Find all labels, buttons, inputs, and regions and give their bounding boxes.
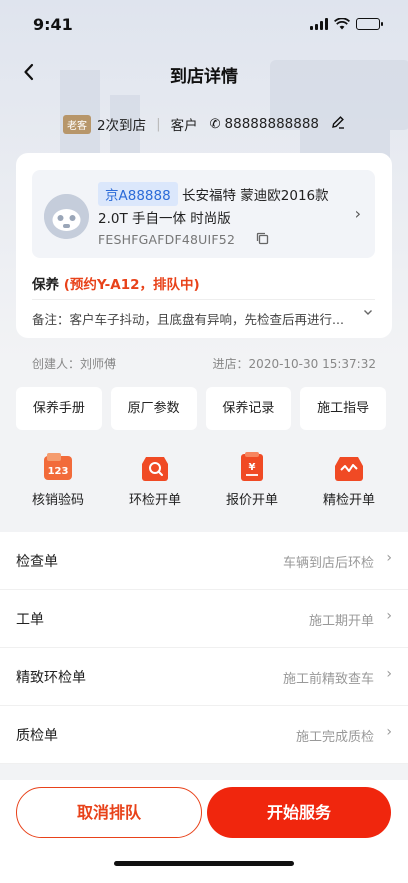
quick-actions: 保养手册 原厂参数 保养记录 施工指导 — [16, 387, 392, 430]
customer-type: 客户 — [170, 118, 198, 134]
status-bar: 9:41 — [0, 0, 408, 48]
row-label: 精致环检单 — [16, 670, 86, 686]
battery-icon — [356, 18, 383, 30]
svg-text:123: 123 — [48, 466, 69, 477]
row-quality-check[interactable]: 质检单 施工完成质检 › — [0, 706, 408, 764]
order-list: 检查单 车辆到店后环检 › 工单 施工期开单 › 精致环检单 施工前精致查车 ›… — [0, 532, 408, 764]
service-type: 保养 — [32, 277, 59, 293]
entry-time: 进店：2020-10-30 15:37:32 — [212, 357, 376, 371]
nav-bar: 到店详情 — [0, 52, 408, 92]
customer-phone[interactable]: 88888888888 — [225, 116, 319, 132]
creator: 创建人：刘师傅 — [32, 357, 117, 371]
status-icons — [310, 18, 383, 30]
phone-icon[interactable]: ✆ — [210, 117, 221, 132]
chevron-right-icon: › — [354, 204, 361, 223]
row-fine-inspection[interactable]: 精致环检单 施工前精致查车 › — [0, 648, 408, 706]
tool-inspection-order[interactable]: 环检开单 — [110, 445, 200, 508]
cancel-queue-button[interactable]: 取消排队 — [16, 787, 202, 838]
fine-inspection-car-icon — [335, 457, 363, 481]
footer-bar: 取消排队 开始服务 — [0, 780, 408, 883]
coupon-code-icon: 123 — [44, 453, 72, 480]
quote-price-icon: ¥ — [241, 452, 263, 481]
copy-icon[interactable] — [256, 232, 269, 249]
status-time: 9:41 — [33, 14, 73, 34]
returning-customer-badge: 老客 — [62, 114, 91, 134]
maintenance-records-button[interactable]: 保养记录 — [205, 387, 292, 430]
tool-quote-order[interactable]: ¥ 报价开单 — [207, 445, 297, 508]
tool-grid: 123 核销验码 环检开单 ¥ 报价开单 精检开单 — [0, 445, 408, 517]
row-value: 施工期开单 — [308, 614, 374, 629]
row-label: 检查单 — [16, 554, 58, 570]
maintenance-manual-button[interactable]: 保养手册 — [16, 387, 102, 430]
vehicle-card: 京A88888 长安福特 蒙迪欧2016款 2.0T 手自一体 时尚版 FESH… — [16, 153, 392, 338]
page-title: 到店详情 — [170, 67, 238, 87]
row-label: 质检单 — [16, 728, 58, 744]
tool-fine-inspection-order[interactable]: 精检开单 — [304, 445, 394, 508]
service-note: 备注：客户车子抖动，且底盘有异响，先检查后再进行... — [32, 312, 344, 327]
edit-icon[interactable] — [331, 115, 345, 133]
vehicle-avatar — [44, 194, 89, 239]
vehicle-trim: 2.0T 手自一体 时尚版 — [98, 211, 231, 227]
tool-label: 精检开单 — [322, 493, 375, 508]
vehicle-info[interactable]: 京A88888 长安福特 蒙迪欧2016款 2.0T 手自一体 时尚版 FESH… — [32, 170, 375, 258]
start-service-button[interactable]: 开始服务 — [207, 787, 391, 838]
divider — [32, 299, 375, 300]
row-work-order[interactable]: 工单 施工期开单 › — [0, 590, 408, 648]
row-label: 工单 — [16, 612, 44, 628]
tool-coupon-verify[interactable]: 123 核销验码 — [13, 445, 103, 508]
svg-text:¥: ¥ — [249, 462, 256, 473]
factory-params-button[interactable]: 原厂参数 — [110, 387, 197, 430]
wifi-icon — [334, 18, 350, 30]
vehicle-vin: FESHFGAFDF48UIF52 — [98, 232, 236, 247]
visit-meta: 创建人：刘师傅 进店：2020-10-30 15:37:32 — [32, 355, 376, 372]
row-value: 施工前精致查车 — [282, 672, 374, 687]
service-status: (预约Y-A12，排队中) — [63, 277, 200, 293]
home-indicator — [114, 861, 294, 866]
construction-guide-button[interactable]: 施工指导 — [300, 387, 386, 430]
license-plate: 京A88888 — [98, 182, 178, 206]
visit-count: 2次到店 — [96, 118, 147, 134]
inspection-search-icon — [142, 457, 168, 481]
customer-info: 老客 2次到店 | 客户 ✆ 88888888888 — [0, 114, 408, 134]
row-value: 车辆到店后环检 — [282, 556, 374, 571]
chevron-right-icon: › — [386, 666, 392, 682]
tool-label: 核销验码 — [31, 493, 84, 508]
expand-note-button[interactable] — [362, 306, 374, 322]
vehicle-model: 长安福特 蒙迪欧2016款 — [182, 188, 329, 204]
tool-label: 环检开单 — [128, 493, 181, 508]
chevron-right-icon: › — [386, 550, 392, 566]
chevron-down-icon — [364, 310, 372, 315]
chevron-right-icon: › — [386, 724, 392, 740]
divider: | — [156, 116, 161, 132]
row-inspection[interactable]: 检查单 车辆到店后环检 › — [0, 532, 408, 590]
row-value: 施工完成质检 — [295, 730, 374, 745]
tool-label: 报价开单 — [225, 493, 278, 508]
chevron-right-icon: › — [386, 608, 392, 624]
service-info: 保养 (预约Y-A12，排队中) — [32, 273, 200, 293]
signal-icon — [310, 18, 328, 30]
